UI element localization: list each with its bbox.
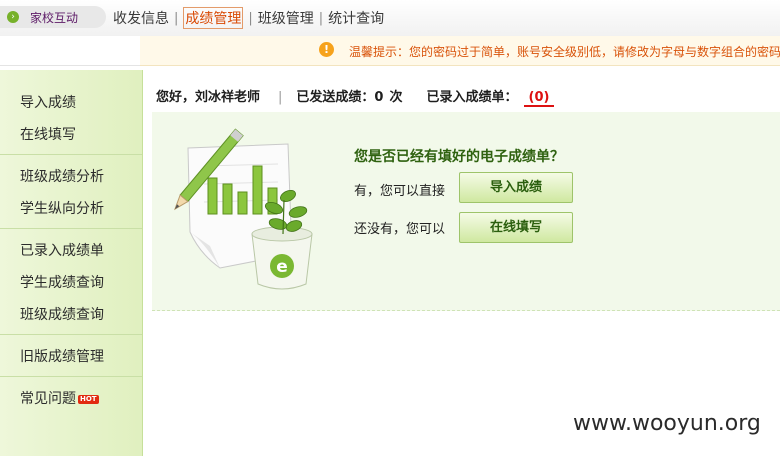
header-separator: | — [278, 90, 283, 105]
sent-label: 已发送成绩： — [296, 90, 375, 105]
brand-tab[interactable]: › 家校互动 — [0, 6, 106, 28]
sidebar-item-label: 常见问题 — [20, 391, 76, 407]
option-no-text: 还没有，您可以 — [354, 222, 446, 237]
greeting-row: 您好，刘冰祥老师 | 已发送成绩：0 次 已录入成绩单： (0) — [156, 86, 555, 107]
sidebar-item-student-trend[interactable]: 学生纵向分析 — [20, 198, 104, 218]
sidebar-divider — [0, 334, 142, 335]
recorded-count[interactable]: (0) — [523, 90, 555, 107]
sidebar-item-student-query[interactable]: 学生成绩查询 — [20, 272, 104, 292]
sent-count: 0 — [374, 90, 384, 105]
password-warning-text: 温馨提示：您的密码过于简单，账号安全级别低，请修改为字母与数字组合的密码 — [349, 45, 780, 59]
nav-separator: | — [318, 10, 324, 26]
divider — [0, 65, 140, 66]
grade-chart-illustration: e — [173, 128, 313, 290]
sidebar-item-class-analysis[interactable]: 班级成绩分析 — [20, 166, 104, 186]
nav-item-statistics[interactable]: 统计查询 — [328, 8, 384, 28]
sidebar-item-import-grades[interactable]: 导入成绩 — [20, 92, 76, 112]
online-entry-button[interactable]: 在线填写 — [459, 212, 573, 243]
sidebar-divider — [0, 376, 142, 377]
nav-separator: | — [248, 10, 253, 26]
nav-item-messages[interactable]: 收发信息 — [113, 8, 169, 28]
sidebar-item-recorded-sheets[interactable]: 已录入成绩单 — [20, 240, 104, 260]
exclamation-icon: ! — [319, 42, 334, 57]
sidebar: 导入成绩 在线填写 班级成绩分析 学生纵向分析 已录入成绩单 学生成绩查询 班级… — [0, 70, 143, 456]
sidebar-divider — [0, 154, 142, 155]
teacher-greeting: 您好，刘冰祥老师 — [156, 90, 261, 105]
recorded-label: 已录入成绩单： — [426, 90, 518, 105]
sidebar-divider — [0, 228, 142, 229]
nav-item-grade-management[interactable]: 成绩管理 — [183, 7, 244, 29]
sidebar-item-faq[interactable]: 常见问题 HOT — [20, 388, 99, 408]
option-yes-text: 有，您可以直接 — [354, 184, 446, 199]
import-grades-button[interactable]: 导入成绩 — [459, 172, 573, 203]
illustration-letter: e — [276, 257, 288, 277]
hot-badge: HOT — [78, 395, 99, 404]
watermark: www.wooyun.org — [573, 411, 761, 436]
top-navigation: › 家校互动 收发信息 | 成绩管理 | 班级管理 | 统计查询 — [0, 0, 780, 36]
sidebar-item-legacy-management[interactable]: 旧版成绩管理 — [20, 346, 104, 366]
nav-separator: | — [174, 10, 179, 26]
sent-unit: 次 — [389, 90, 403, 105]
chevron-right-icon: › — [7, 11, 19, 23]
sidebar-item-online-entry[interactable]: 在线填写 — [20, 124, 76, 144]
panel-question: 您是否已经有填好的电子成绩单？ — [354, 149, 564, 165]
password-warning-bar: ! 温馨提示：您的密码过于简单，账号安全级别低，请修改为字母与数字组合的密码 — [140, 36, 780, 66]
sidebar-item-class-query[interactable]: 班级成绩查询 — [20, 304, 104, 324]
nav-item-class-management[interactable]: 班级管理 — [258, 8, 314, 28]
main-nav: 收发信息 | 成绩管理 | 班级管理 | 统计查询 — [113, 7, 384, 29]
brand-label: 家校互动 — [30, 11, 79, 25]
